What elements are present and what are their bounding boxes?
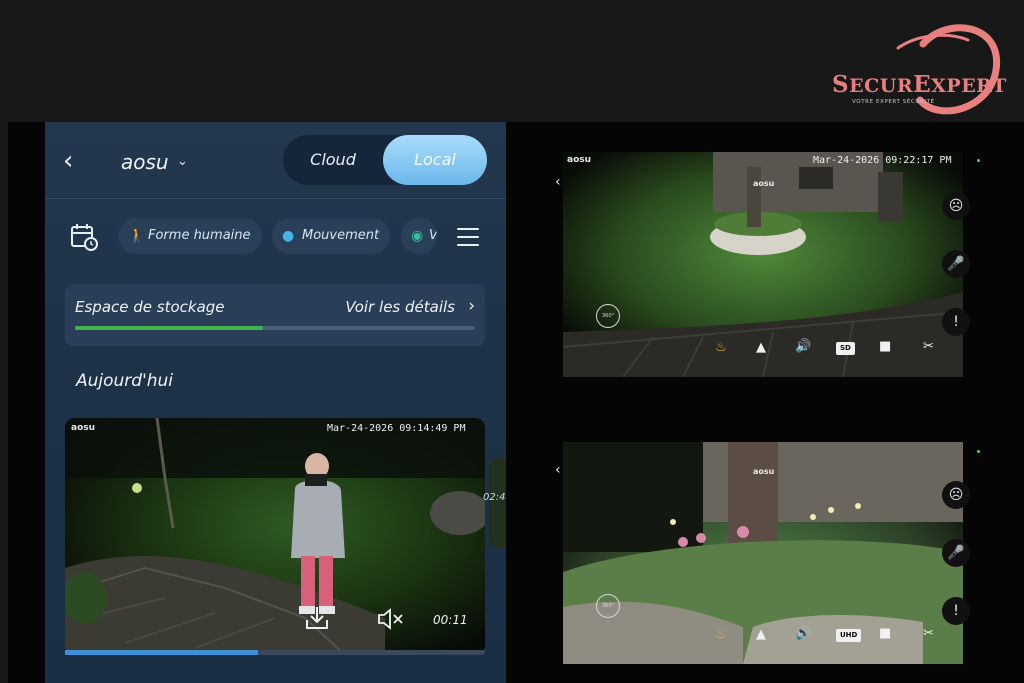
storage-card[interactable]: Espace de stockage Voir les détails › xyxy=(65,284,485,346)
next-clip-time: 02:48 xyxy=(483,492,506,503)
chevron-down-icon[interactable]: ⌄ xyxy=(177,154,188,169)
mute-icon[interactable] xyxy=(377,608,405,630)
camera-2-screenshot-icon[interactable]: ✂ xyxy=(923,626,934,641)
motion-icon: ● xyxy=(282,228,295,244)
location-pin-icon: ◉ xyxy=(411,228,424,244)
camera-1-back-icon[interactable]: ‹ xyxy=(555,174,561,190)
camera-2-scene-brand: aosu xyxy=(753,467,775,476)
next-clip-thumbnail[interactable] xyxy=(489,458,506,548)
person-walking-icon: 🚶 xyxy=(128,228,146,244)
section-title-today: Aujourd'hui xyxy=(76,371,174,391)
camera-2-spotlight-icon[interactable]: ♨ xyxy=(715,627,727,642)
camera-1-microphone-icon[interactable]: 🎤 xyxy=(942,250,970,278)
securexpert-logo: SECUREXPERT VOTRE EXPERT SÉCURITÉ xyxy=(828,18,1006,118)
camera-2-microphone-icon[interactable]: 🎤 xyxy=(942,539,970,567)
filter-vehicle[interactable]: ◉ V xyxy=(401,218,437,254)
camera-2-quality-badge[interactable]: UHD xyxy=(836,629,862,642)
logo-wordmark: SECUREXPERT xyxy=(832,71,1007,98)
cloud-local-toggle: Cloud Local xyxy=(283,135,487,185)
calendar-icon[interactable] xyxy=(69,222,99,252)
clip-progress-fill xyxy=(65,650,259,655)
filter-human-label: Forme humaine xyxy=(148,228,251,243)
camera-1-speaker-icon[interactable]: 🔊 xyxy=(795,339,811,354)
camera-1-status-dot xyxy=(977,159,980,162)
storage-bar-fill xyxy=(75,326,263,330)
toggle-cloud[interactable]: Cloud xyxy=(283,135,383,185)
chevron-left-icon[interactable]: ‹ xyxy=(63,146,73,176)
hamburger-menu-icon[interactable] xyxy=(457,228,479,246)
camera-1-alert-icon[interactable]: ! xyxy=(942,308,970,336)
camera-1-360-ring[interactable]: 360° xyxy=(596,304,620,328)
camera-2-record-icon[interactable]: ■ xyxy=(879,626,891,641)
camera-1-record-icon[interactable]: ■ xyxy=(879,339,891,354)
chevron-right-icon[interactable]: › xyxy=(468,296,475,316)
camera-2-speaker-icon[interactable]: 🔊 xyxy=(795,626,811,641)
camera-1-spotlight-icon[interactable]: ♨ xyxy=(715,340,727,355)
camera-1-scene-brand: aosu xyxy=(753,179,775,188)
clip-duration: 00:11 xyxy=(433,613,468,627)
clip-scene xyxy=(65,418,485,655)
filter-motion[interactable]: ● Mouvement xyxy=(272,218,390,254)
header-divider xyxy=(45,198,506,199)
clip-timestamp: Mar-24-2026 09:14:49 PM xyxy=(327,423,466,434)
camera-2-360-ring[interactable]: 360° xyxy=(596,594,620,618)
toggle-local[interactable]: Local xyxy=(383,135,487,185)
clip-brand: aosu xyxy=(71,423,96,433)
filter-motion-label: Mouvement xyxy=(302,228,380,243)
camera-1-face-icon[interactable]: ☹ xyxy=(942,192,970,220)
logo-tagline: VOTRE EXPERT SÉCURITÉ xyxy=(852,99,935,105)
camera-2-siren-icon[interactable]: ▲ xyxy=(756,627,766,642)
camera-2-status-dot xyxy=(977,450,980,453)
clip-progress-bar[interactable] xyxy=(65,650,485,655)
camera-1-brand: aosu xyxy=(567,155,592,165)
storage-details-link[interactable]: Voir les détails xyxy=(345,298,455,316)
camera-live-view-2[interactable]: aosu 360° ♨ ▲ 🔊 UHD ■ ✂ xyxy=(563,442,963,664)
storage-bar xyxy=(75,326,475,330)
filter-human[interactable]: 🚶 Forme humaine xyxy=(118,218,262,254)
camera-1-screenshot-icon[interactable]: ✂ xyxy=(923,339,934,354)
camera-2-back-icon[interactable]: ‹ xyxy=(555,462,561,478)
camera-2-face-icon[interactable]: ☹ xyxy=(942,481,970,509)
download-icon[interactable] xyxy=(303,604,331,632)
aosu-app-screen: ‹ aosu ⌄ Cloud Local 🚶 Forme humaine ● M… xyxy=(45,122,506,683)
camera-1-timestamp: Mar-24-2026 09:22:17 PM xyxy=(813,155,952,166)
recorded-clip-player[interactable]: aosu Mar-24-2026 09:14:49 PM 00:11 xyxy=(65,418,485,655)
device-name[interactable]: aosu xyxy=(121,150,169,174)
camera-2-alert-icon[interactable]: ! xyxy=(942,597,970,625)
camera-live-view-1[interactable]: aosu Mar-24-2026 09:22:17 PM aosu 360° ♨… xyxy=(563,152,963,377)
filter-vehicle-label: V xyxy=(429,218,437,254)
camera-1-siren-icon[interactable]: ▲ xyxy=(756,340,766,355)
camera-1-quality-badge[interactable]: SD xyxy=(836,342,855,355)
storage-label: Espace de stockage xyxy=(75,298,225,316)
